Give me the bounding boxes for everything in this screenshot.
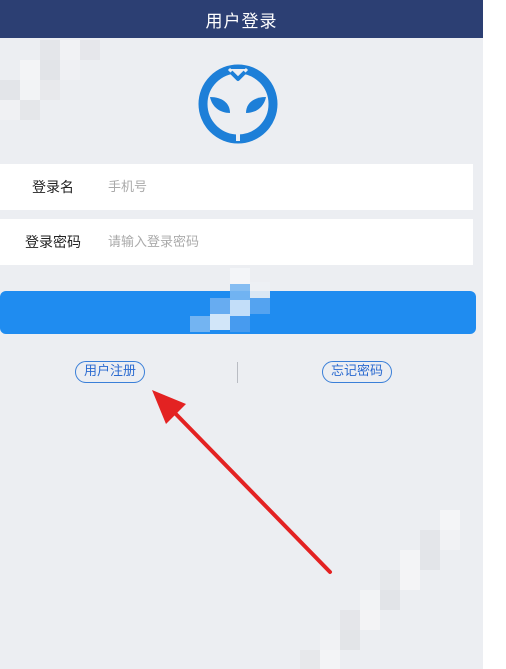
forgot-password-label: 忘记密码 xyxy=(331,364,384,379)
password-row: 登录密码 xyxy=(0,219,473,265)
app-header: 用户登录 xyxy=(0,0,483,38)
username-label: 登录名 xyxy=(32,180,74,196)
register-label: 用户注册 xyxy=(84,364,137,379)
link-divider xyxy=(237,362,238,383)
username-input[interactable] xyxy=(108,164,458,210)
username-row: 登录名 xyxy=(0,164,473,210)
mosaic-overlay-top-left xyxy=(0,40,100,120)
forgot-password-button[interactable]: 忘记密码 xyxy=(322,361,393,383)
password-input[interactable] xyxy=(108,219,458,265)
login-screen: 用户登录 登录名 手机号 登录密码 用户注册 忘记密码 xyxy=(0,0,483,669)
password-label: 登录密码 xyxy=(25,235,81,251)
mosaic-overlay-bottom-right xyxy=(300,510,460,669)
mosaic-overlay-button xyxy=(190,268,270,332)
register-link-button[interactable]: 用户注册 xyxy=(75,361,146,383)
alien-face-logo-icon xyxy=(198,64,278,144)
page-title: 用户登录 xyxy=(205,11,278,32)
